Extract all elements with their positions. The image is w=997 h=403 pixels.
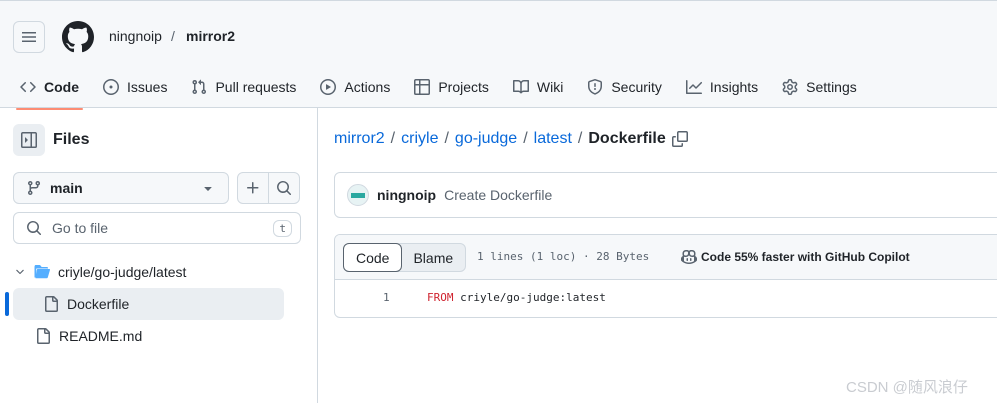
search-code-button[interactable]: [268, 172, 300, 204]
file-header: Code Blame 1 lines (1 loc) · 28 Bytes Co…: [335, 235, 997, 280]
code-blame-toggle: Code Blame: [343, 243, 467, 272]
collapse-sidebar-button[interactable]: [13, 124, 45, 156]
search-icon: [27, 221, 42, 236]
copy-icon[interactable]: [671, 131, 688, 147]
avatar[interactable]: [347, 184, 369, 206]
breadcrumb-link-latest[interactable]: latest: [534, 130, 572, 148]
code-content: FROM criyle/go-judge:latest: [427, 291, 606, 304]
active-file-indicator: [5, 292, 9, 316]
repo-name-link[interactable]: mirror2: [186, 28, 235, 44]
commit-author-link[interactable]: ningnoip: [377, 187, 436, 203]
line-number[interactable]: 1: [383, 291, 390, 304]
code-rest: criyle/go-judge:latest: [453, 291, 606, 304]
breadcrumb-separator: /: [390, 130, 396, 147]
code-icon: [20, 81, 36, 93]
tab-pull-requests[interactable]: Pull requests: [179, 65, 308, 109]
file-name: README.md: [59, 328, 143, 344]
file-icon: [45, 296, 58, 312]
keyboard-shortcut-hint: t: [273, 219, 292, 237]
files-title: Files: [53, 131, 90, 148]
folder-open-icon: [34, 265, 50, 279]
menu-button[interactable]: [13, 21, 45, 53]
code-keyword: FROM: [427, 291, 454, 304]
sidebar-collapse-icon: [21, 132, 37, 148]
graph-icon: [685, 80, 702, 94]
book-icon: [512, 79, 529, 94]
breadcrumb-separator: /: [523, 130, 528, 147]
file-stats: 1 lines (1 loc) · 28 Bytes: [477, 250, 650, 263]
tab-insights[interactable]: Insights: [674, 65, 770, 109]
github-logo-icon[interactable]: [62, 21, 94, 53]
file-content-box: Code Blame 1 lines (1 loc) · 28 Bytes Co…: [334, 234, 997, 318]
tab-code[interactable]: Code: [8, 65, 91, 110]
commit-message-link[interactable]: Create Dockerfile: [444, 187, 552, 203]
tree-folder-item[interactable]: criyle/go-judge/latest: [14, 256, 304, 288]
copilot-promo-text: Code 55% faster with GitHub Copilot: [701, 250, 910, 264]
hamburger-icon: [22, 32, 36, 42]
table-icon: [414, 79, 431, 95]
branch-selector[interactable]: main: [13, 172, 229, 204]
tab-actions-label: Actions: [344, 79, 391, 95]
go-to-file-input[interactable]: Go to file t: [13, 212, 301, 244]
tree-file-item[interactable]: README.md: [35, 320, 285, 352]
shield-icon: [588, 79, 603, 95]
tab-wiki[interactable]: Wiki: [501, 65, 575, 109]
search-icon: [277, 181, 292, 196]
tab-settings[interactable]: Settings: [770, 65, 869, 109]
branch-name: main: [50, 180, 83, 196]
watermark: CSDN @随风浪仔: [846, 379, 968, 396]
triangle-down-icon: [204, 187, 212, 191]
copilot-promo-link[interactable]: Code 55% faster with GitHub Copilot: [681, 249, 910, 265]
tab-projects[interactable]: Projects: [402, 65, 501, 109]
chevron-down-icon[interactable]: [14, 266, 26, 278]
tab-security-label: Security: [611, 79, 662, 95]
issue-icon: [103, 79, 119, 95]
tab-actions[interactable]: Actions: [308, 65, 402, 109]
plus-icon: [247, 182, 259, 194]
go-to-file-placeholder: Go to file: [52, 220, 109, 236]
copilot-icon: [681, 249, 697, 265]
breadcrumb-link-criyle[interactable]: criyle: [401, 130, 438, 148]
pull-request-icon: [192, 79, 207, 95]
code-view-button[interactable]: Code: [343, 243, 403, 272]
breadcrumb-separator: /: [577, 130, 583, 147]
tab-wiki-label: Wiki: [536, 79, 564, 95]
tab-issues[interactable]: Issues: [91, 65, 179, 109]
tab-code-label: Code: [44, 79, 79, 95]
breadcrumb: mirror2 / criyle / go-judge / latest / D…: [334, 130, 688, 148]
tree-file-item-active[interactable]: Dockerfile: [13, 288, 284, 320]
tab-insights-label: Insights: [709, 79, 759, 95]
gear-icon: [782, 79, 798, 95]
breadcrumb-current-file: Dockerfile: [588, 130, 666, 147]
tab-projects-label: Projects: [438, 79, 489, 95]
repo-header: ningnoip / mirror2 Code Issues Pull requ…: [0, 0, 997, 110]
repo-separator: /: [171, 28, 175, 44]
folder-name: criyle/go-judge/latest: [58, 264, 187, 280]
tab-security[interactable]: Security: [575, 65, 674, 109]
file-name: Dockerfile: [67, 296, 130, 312]
file-tree-sidebar: Files main Go to file t criyle/go-judge/…: [0, 108, 318, 403]
tab-pull-requests-label: Pull requests: [215, 79, 297, 95]
breadcrumb-link-go-judge[interactable]: go-judge: [455, 130, 517, 148]
file-icon: [37, 328, 50, 344]
blame-view-button[interactable]: Blame: [401, 244, 465, 271]
add-file-button[interactable]: [237, 172, 269, 204]
git-branch-icon: [27, 181, 40, 196]
breadcrumb-separator: /: [444, 130, 449, 147]
breadcrumb-link-repo[interactable]: mirror2: [334, 130, 385, 148]
owner-link[interactable]: ningnoip: [109, 28, 162, 44]
tab-issues-label: Issues: [127, 79, 168, 95]
tab-settings-label: Settings: [806, 79, 857, 95]
play-icon: [320, 79, 337, 95]
repo-nav: Code Issues Pull requests Actions Projec…: [8, 65, 869, 110]
latest-commit-bar: ningnoip Create Dockerfile: [334, 172, 997, 218]
